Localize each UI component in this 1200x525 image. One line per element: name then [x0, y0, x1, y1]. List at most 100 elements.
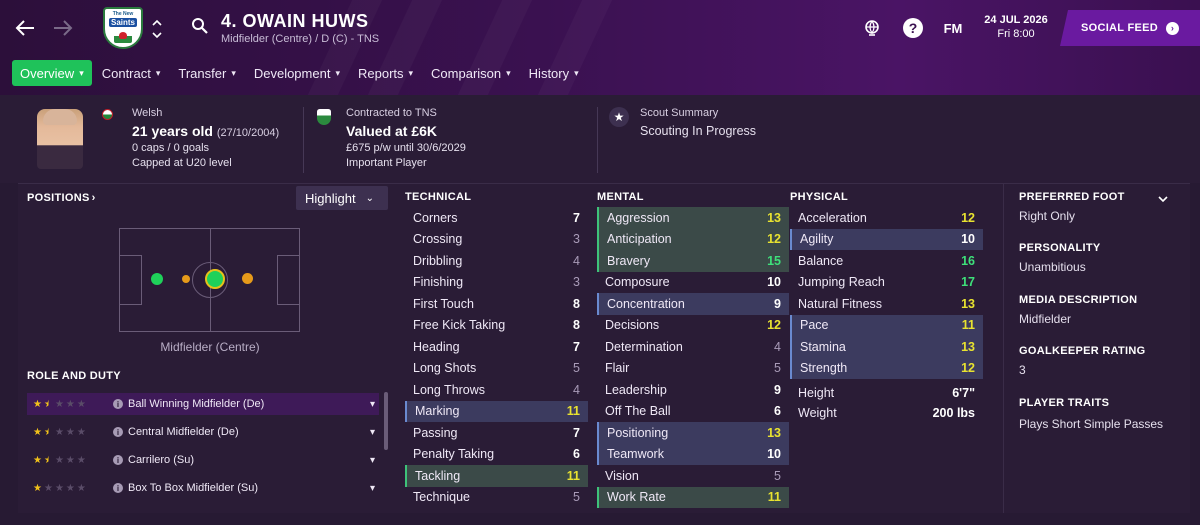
tab-transfer[interactable]: Transfer ▾ [170, 60, 243, 86]
role-row[interactable]: ★ ★ ★ ★ ★ i Box To Box Midfielder (Su) ▾ [27, 477, 379, 499]
positions-heading[interactable]: POSITIONS › [27, 192, 96, 204]
attribute-name: Flair [605, 361, 630, 376]
chevron-down-icon[interactable]: ▾ [370, 455, 375, 466]
back-arrow-icon[interactable] [12, 17, 38, 39]
tab-history[interactable]: History ▾ [521, 60, 587, 86]
tab-label: Comparison [431, 65, 502, 81]
chevron-down-icon[interactable]: ▾ [370, 483, 375, 494]
chevron-down-icon[interactable] [1156, 193, 1170, 205]
attribute-value: 4 [573, 382, 580, 397]
attribute-row[interactable]: Heading 7 [405, 336, 588, 358]
role-duty-heading: ROLE AND DUTY [27, 370, 121, 382]
attribute-value: 10 [767, 447, 781, 462]
date-display[interactable]: 24 JUL 2026 Fri 8:00 [976, 10, 1056, 46]
chevron-down-icon[interactable] [150, 30, 164, 40]
attribute-name: Passing [413, 425, 458, 440]
fm-button[interactable]: FM [938, 18, 968, 38]
attribute-value: 6 [573, 447, 580, 462]
attribute-name: Composure [605, 275, 670, 290]
attribute-row[interactable]: Strength 12 [790, 357, 983, 379]
scout-info[interactable]: Scout Summary Scouting In Progress [640, 107, 756, 138]
position-dot-cm-left[interactable] [182, 275, 190, 283]
attribute-value: 9 [774, 296, 781, 311]
tab-contract[interactable]: Contract ▾ [94, 60, 169, 86]
attribute-row[interactable]: Long Shots 5 [405, 358, 588, 380]
attribute-name: Stamina [800, 339, 846, 354]
globe-icon[interactable] [862, 18, 882, 38]
chevron-down-icon[interactable]: ▾ [370, 399, 375, 410]
attribute-name: Heading [413, 339, 460, 354]
attribute-row[interactable]: Natural Fitness 13 [790, 293, 983, 315]
attribute-row[interactable]: Passing 7 [405, 422, 588, 444]
tab-overview[interactable]: Overview ▾ [12, 60, 92, 86]
attribute-row[interactable]: Stamina 13 [790, 336, 983, 358]
attribute-row[interactable]: Positioning 13 [597, 422, 789, 444]
attribute-row[interactable]: Off The Ball 6 [597, 401, 789, 423]
position-dot-cm[interactable] [205, 269, 225, 289]
social-feed-button[interactable]: SOCIAL FEED › [1060, 10, 1200, 46]
attribute-row[interactable]: Leadership 9 [597, 379, 789, 401]
fm-label: FM [943, 20, 963, 36]
attribute-row[interactable]: Determination 4 [597, 336, 789, 358]
attribute-row[interactable]: Bravery 15 [597, 250, 789, 272]
attribute-value: 11 [566, 404, 580, 419]
attribute-name: First Touch [413, 296, 474, 311]
tab-reports[interactable]: Reports ▾ [350, 60, 421, 86]
tab-comparison[interactable]: Comparison ▾ [423, 60, 519, 86]
attribute-row[interactable]: Acceleration 12 [790, 207, 983, 229]
role-row[interactable]: ★ ★ ★ ★ ★ i Carrilero (Su) ▾ [27, 449, 379, 471]
capped-level: Capped at U20 level [132, 157, 232, 169]
info-icon[interactable]: i [113, 427, 123, 437]
attribute-row[interactable]: Jumping Reach 17 [790, 272, 983, 294]
attribute-name: Anticipation [607, 232, 672, 247]
attribute-row[interactable]: Dribbling 4 [405, 250, 588, 272]
attribute-row[interactable]: Vision 5 [597, 465, 789, 487]
attribute-row[interactable]: First Touch 8 [405, 293, 588, 315]
info-icon[interactable]: i [113, 455, 123, 465]
attribute-row[interactable]: Marking 11 [405, 400, 588, 422]
preferred-foot: Right Only [1019, 209, 1076, 223]
position-dot-am[interactable] [242, 273, 253, 284]
chevron-up-icon[interactable] [150, 17, 164, 27]
role-row[interactable]: ★ ★ ★ ★ ★ i Ball Winning Midfielder (De) ▾ [27, 393, 379, 415]
attribute-row[interactable]: Flair 5 [597, 358, 789, 380]
chevron-down-icon[interactable]: ▾ [370, 427, 375, 438]
info-icon[interactable]: i [113, 399, 123, 409]
attribute-row[interactable]: Teamwork 10 [597, 443, 789, 465]
penalty-box-right [277, 255, 299, 305]
attribute-row[interactable]: Pace 11 [790, 314, 983, 336]
attribute-row[interactable]: Technique 5 [405, 487, 588, 509]
attribute-row[interactable]: Anticipation 12 [597, 228, 789, 250]
tab-development[interactable]: Development ▾ [246, 60, 348, 86]
highlight-dropdown[interactable]: Highlight ⌄ [296, 186, 388, 210]
search-icon[interactable] [190, 16, 210, 36]
position-dot-dm[interactable] [151, 273, 163, 285]
attribute-name: Vision [605, 468, 639, 483]
scrollbar[interactable] [384, 392, 388, 450]
attribute-row[interactable]: Corners 7 [405, 207, 588, 229]
attribute-row[interactable]: Concentration 9 [597, 293, 789, 315]
role-row[interactable]: ★ ★ ★ ★ ★ i Central Midfielder (De) ▾ [27, 421, 379, 443]
attribute-row[interactable]: Agility 10 [790, 228, 983, 250]
club-crest[interactable]: The New Saints [103, 7, 143, 49]
attribute-row[interactable]: Free Kick Taking 8 [405, 315, 588, 337]
attribute-row[interactable]: Composure 10 [597, 272, 789, 294]
attribute-row[interactable]: Tackling 11 [405, 465, 588, 487]
attribute-value: 13 [767, 425, 781, 440]
info-icon[interactable]: i [113, 483, 123, 493]
forward-arrow-icon[interactable] [50, 17, 76, 39]
attribute-row[interactable]: Aggression 13 [597, 207, 789, 229]
attribute-row[interactable]: Work Rate 11 [597, 486, 789, 508]
attribute-row[interactable]: Long Throws 4 [405, 379, 588, 401]
attribute-name: Agility [800, 232, 834, 247]
goalkeeper-rating-label: GOALKEEPER RATING [1019, 345, 1146, 357]
attribute-row[interactable]: Balance 16 [790, 250, 983, 272]
contract-info[interactable]: Contracted to TNS Valued at £6K £675 p/w… [346, 107, 466, 169]
help-icon[interactable]: ? [903, 18, 923, 38]
attribute-row[interactable]: Penalty Taking 6 [405, 444, 588, 466]
attribute-name: Positioning [607, 425, 669, 440]
attribute-row[interactable]: Crossing 3 [405, 229, 588, 251]
attribute-row[interactable]: Finishing 3 [405, 272, 588, 294]
time-text: Fri 8:00 [997, 28, 1035, 40]
attribute-row[interactable]: Decisions 12 [597, 315, 789, 337]
